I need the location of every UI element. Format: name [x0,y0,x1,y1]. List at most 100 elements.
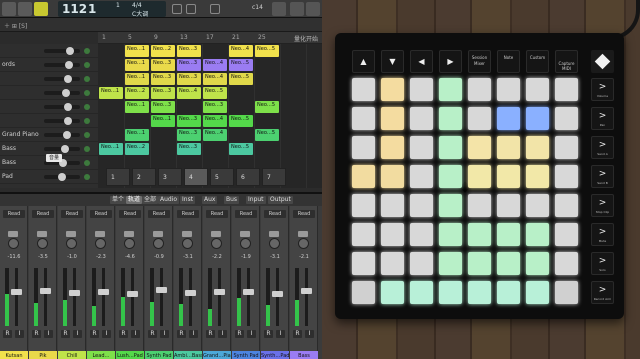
fader-handle[interactable] [185,290,196,296]
loop-cell[interactable]: Neo…3 [177,143,201,155]
track-volume-slider[interactable] [44,89,80,97]
automation-mode[interactable]: Read [206,210,228,218]
grid-pad[interactable] [352,165,375,188]
grid-pad[interactable] [381,165,404,188]
scene-trigger[interactable]: 5 [210,168,234,186]
scene-launch-button[interactable]: > Send A [591,136,614,159]
track-header[interactable]: ords [0,58,98,72]
volume-fader[interactable] [69,268,80,326]
grid-pad[interactable] [497,223,520,246]
top-row-button[interactable]: Session Mixer [468,50,491,73]
mixer-tab[interactable]: Aux [202,196,218,204]
loop-cell[interactable]: Neo…3 [177,73,201,85]
grid-pad[interactable] [555,223,578,246]
loop-cell[interactable]: Neo…3 [151,87,175,99]
grid-pad[interactable] [410,252,433,275]
grid-pad[interactable] [439,78,462,101]
grid-pad[interactable] [381,281,404,304]
top-row-button[interactable]: ▲ [352,50,375,73]
grid-pad[interactable] [439,107,462,130]
volume-fader[interactable] [243,268,254,326]
track-volume-knob[interactable] [64,103,72,111]
loop-cell[interactable]: Neo…5 [255,129,279,141]
volume-fader[interactable] [301,268,312,326]
pan-knob[interactable] [8,238,19,249]
record-enable-button[interactable]: R [177,330,186,338]
record-enable-button[interactable]: R [206,330,215,338]
fader-handle[interactable] [40,288,51,294]
grid-pad[interactable] [381,252,404,275]
grid-pad[interactable] [555,252,578,275]
top-row-button[interactable]: Note [497,50,520,73]
scene-trigger[interactable]: 3 [158,168,182,186]
input-monitor-button[interactable]: I [73,330,82,338]
grid-pad[interactable] [468,252,491,275]
loop-cell[interactable]: Neo…1 [125,73,149,85]
grid-pad[interactable] [352,252,375,275]
record-enable-button[interactable]: R [264,330,273,338]
live-loops-grid[interactable]: Neo…1 Neo…2 Neo…3 Neo…4 Neo…5 Neo…1 Neo…3 Neo…3… [98,44,322,188]
mixer-tab[interactable]: 全部 [142,196,159,204]
grid-pad[interactable] [526,78,549,101]
loop-cell[interactable]: Neo…5 [229,73,253,85]
loop-cell[interactable]: Neo…5 [255,101,279,113]
mixer-tab[interactable]: Inst [180,196,196,204]
record-enable-button[interactable]: R [61,330,70,338]
track-volume-knob[interactable] [61,145,69,153]
track-volume-slider[interactable] [44,117,80,125]
automation-mode[interactable]: Read [235,210,257,218]
grid-pad[interactable] [555,78,578,101]
grid-pad[interactable] [410,223,433,246]
loop-cell[interactable]: Neo…3 [151,59,175,71]
grid-pad[interactable] [526,281,549,304]
record-enable-button[interactable]: R [3,330,12,338]
grid-pad[interactable] [526,136,549,159]
grid-pad[interactable] [352,281,375,304]
record-enable-button[interactable]: R [90,330,99,338]
loop-cell[interactable]: Neo…3 [177,129,201,141]
loop-cell[interactable]: Neo…1 [125,45,149,57]
pan-knob[interactable] [240,238,251,249]
scene-launch-button[interactable]: > Pan [591,107,614,130]
grid-pad[interactable] [468,107,491,130]
loop-cell[interactable]: Neo…5 [229,143,253,155]
automation-mode[interactable]: Read [293,210,315,218]
volume-fader[interactable] [40,268,51,326]
loop-cell[interactable]: Neo…1 [151,115,175,127]
loop-cell[interactable]: Neo…4 [203,115,227,127]
track-volume-knob[interactable] [64,75,72,83]
loop-cell[interactable]: Neo…4 [203,129,227,141]
automation-mode[interactable]: Read [148,210,170,218]
grid-pad[interactable] [468,194,491,217]
loop-cell[interactable]: Neo…4 [203,73,227,85]
scene-trigger[interactable]: 1 [106,168,130,186]
input-monitor-button[interactable]: I [44,330,53,338]
grid-pad[interactable] [439,165,462,188]
loop-cell[interactable]: Neo…5 [229,59,253,71]
loop-cell[interactable]: Neo…2 [125,87,149,99]
mixer-tab[interactable]: Output [268,196,293,204]
scene-trigger[interactable]: 7 [262,168,286,186]
loop-cell[interactable]: Neo…1 [125,101,149,113]
track-volume-knob[interactable] [63,131,71,139]
fader-handle[interactable] [11,289,22,295]
scene-trigger[interactable]: 4 [184,168,208,186]
track-volume-knob[interactable] [62,89,70,97]
scene-launch-button[interactable]: > Mute [591,223,614,246]
automation-mode[interactable]: Read [32,210,54,218]
grid-pad[interactable] [526,223,549,246]
track-volume-slider[interactable] [44,145,80,153]
volume-fader[interactable] [156,268,167,326]
volume-fader[interactable] [272,268,283,326]
loop-cell[interactable]: Neo…3 [151,101,175,113]
track-header[interactable] [0,100,98,114]
grid-pad[interactable] [468,223,491,246]
pan-knob[interactable] [153,238,164,249]
automation-mode[interactable]: Read [61,210,83,218]
mixer-tab[interactable]: Bus [224,196,240,204]
grid-pad[interactable] [381,78,404,101]
grid-pad[interactable] [526,165,549,188]
loop-cell[interactable]: Neo…3 [203,101,227,113]
browser-button[interactable] [306,2,320,16]
pan-knob[interactable] [95,238,106,249]
